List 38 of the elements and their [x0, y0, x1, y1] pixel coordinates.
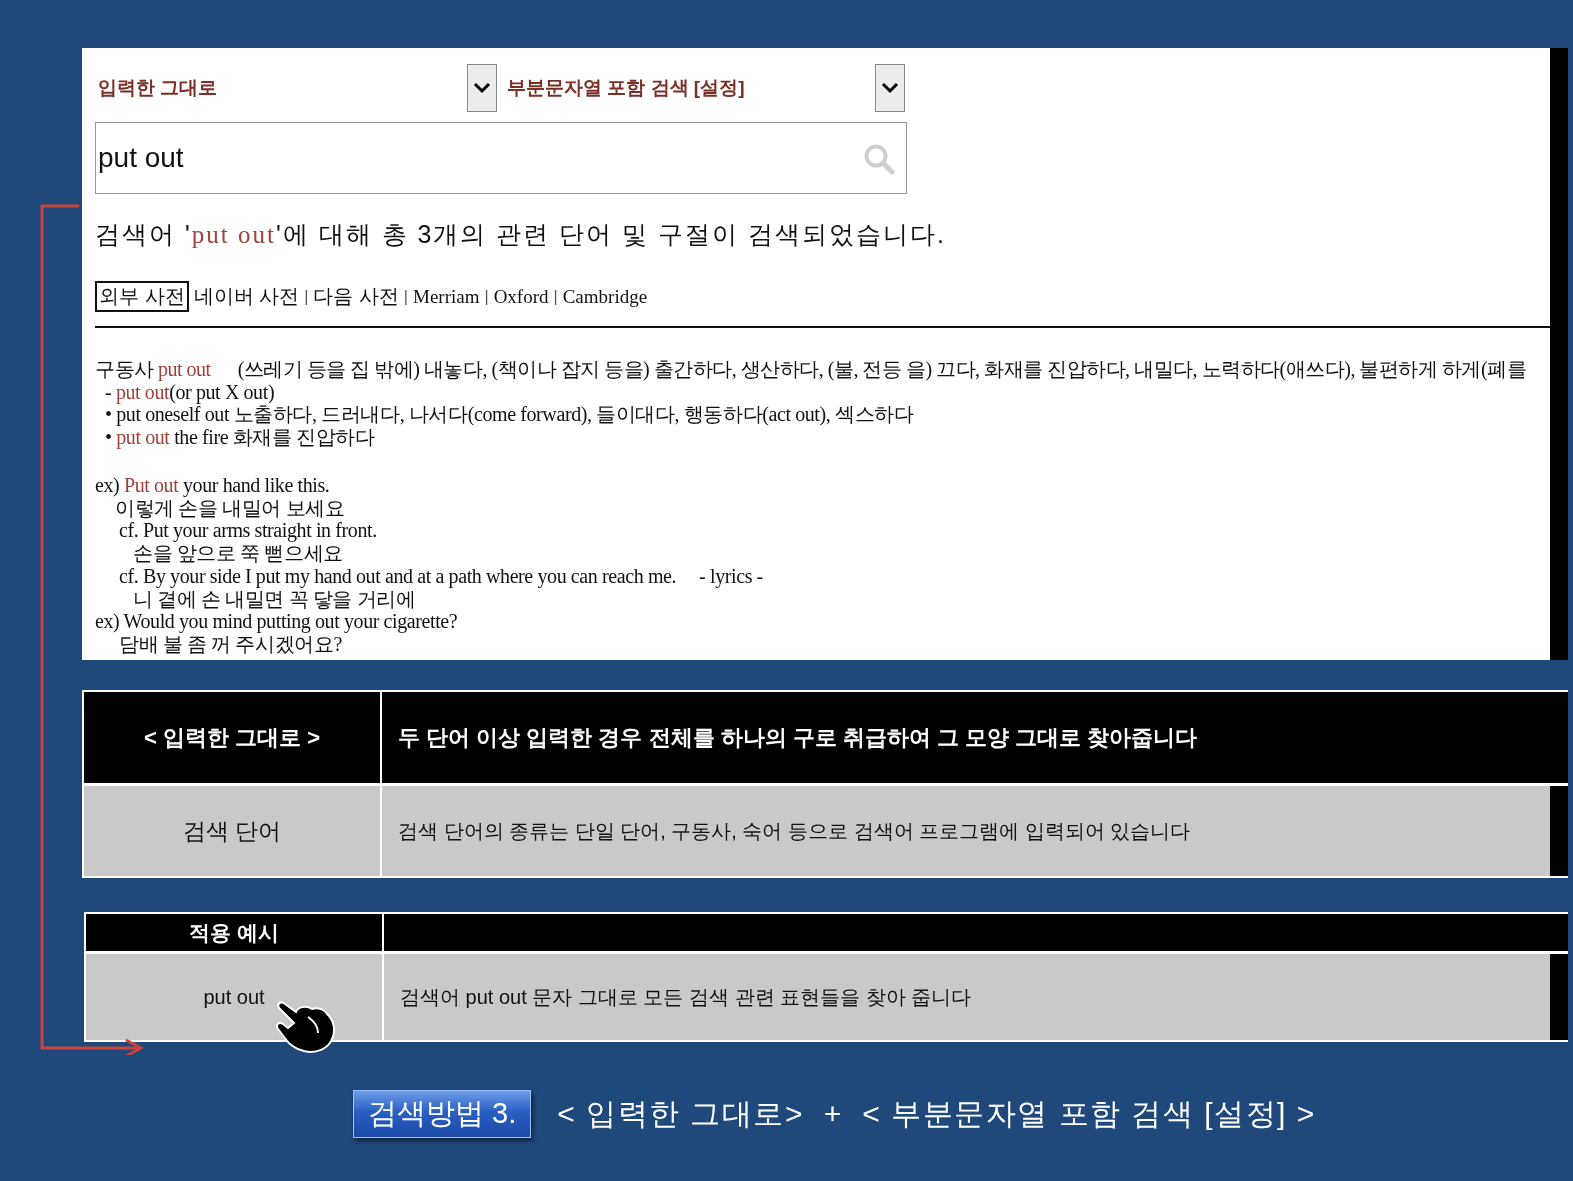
dictionary-link[interactable]: Oxford	[493, 285, 549, 308]
dropdown-button[interactable]	[467, 64, 497, 112]
definition-line: 손을 앞으로 쭉 뻗으세요	[132, 542, 344, 565]
definition-line: 니 곁에 손 내밀면 꼭 닿을 거리에	[132, 587, 417, 610]
table-header-cell: < 입력한 그대로 >	[84, 692, 380, 783]
dictionary-link[interactable]: 네이버 사전	[193, 283, 300, 310]
chevron-down-icon	[473, 82, 491, 94]
dictionary-label: 외부 사전	[95, 281, 189, 312]
table-header-cell: 두 단어 이상 입력한 경우 전체를 하나의 구로 취급하여 그 모양 그대로 찾아줍니다	[382, 692, 1568, 783]
definition-line: 구동사 put out (쓰레기 등을 집 밖에) 내놓다, (책이나 잡지 등을) 출간하다, 생산하다, (불, 전등 을) 끄다, 화재를 진압하다, 내밀다, 노력하다(애쓰다), 불편하게 하게(폐를	[95, 358, 1528, 381]
method-title: < 입력한 그대로> + < 부분문자열 포함 검색 [설정] >	[557, 1095, 1316, 1132]
definition-line: 이렇게 손을 내밀어 보세요	[114, 496, 346, 519]
result-summary: 검색어 'put out'에 대해 총 3개의 관련 단어 및 구절이 검색되었습니다.	[95, 219, 948, 250]
dictionary-link[interactable]: Merriam	[413, 285, 480, 308]
table-cell: 검색 단어의 종류는 단일 단어, 구동사, 숙어 등으로 검색어 프로그램에 입력되어 있습니다	[382, 786, 1568, 876]
table-header-cell: 적용 예시	[86, 914, 382, 951]
dropdown-button[interactable]	[875, 64, 905, 112]
definition-line: • put oneself out 노출하다, 드러내다, 나서다(come forward), 들이대다, 행동하다(act out), 섹스하다	[104, 403, 915, 426]
table-cell: 검색 단어	[84, 786, 380, 876]
search-mode-label: 입력한 그대로	[97, 76, 219, 100]
dictionary-link[interactable]: Cambridge	[562, 285, 648, 308]
definition-line: ex) Put out your hand like this.	[95, 474, 331, 497]
definition-line: ex) Would you mind putting out your cigarette?	[95, 610, 459, 633]
definition-line: - put out(or put X out)	[104, 380, 275, 403]
table-cell: 검색어 put out 문자 그대로 모든 검색 관련 표현들을 찾아 줍니다	[384, 954, 1568, 1040]
separator: |	[484, 287, 489, 306]
separator: |	[553, 287, 558, 306]
definition-line: • put out the fire 화재를 진압하다	[104, 425, 376, 448]
separator: |	[403, 287, 408, 306]
search-field[interactable]: put out	[95, 122, 907, 194]
definition-line: cf. Put your arms straight in front.	[118, 519, 378, 542]
method-badge: 검색방법 3.	[353, 1090, 532, 1138]
dictionary-link[interactable]: 다음 사전	[313, 283, 399, 310]
definition-line: cf. By your side I put my hand out and at a path where you can reach me. - lyrics -	[118, 564, 764, 588]
definition-line: 담배 불 좀 꺼 주시겠어요?	[118, 632, 343, 655]
chevron-down-icon	[881, 82, 899, 94]
search-mode-label: 부분문자열 포함 검색 [설정]	[507, 76, 746, 100]
separator: |	[304, 287, 309, 306]
